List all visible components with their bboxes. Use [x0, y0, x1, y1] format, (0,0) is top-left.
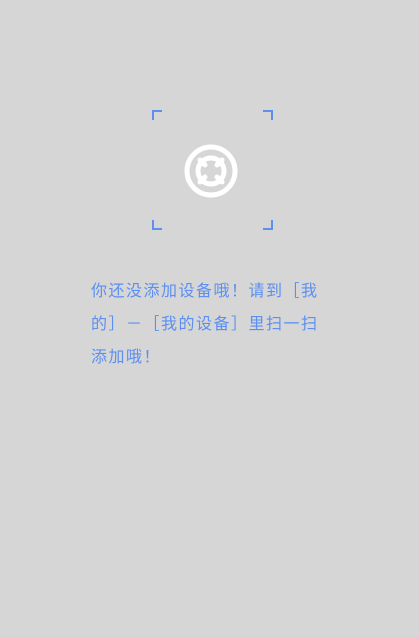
empty-state-screen: 你还没添加设备哦！请到［我的］－［我的设备］里扫一扫添加哦！	[0, 0, 419, 637]
lifebuoy-icon	[184, 144, 238, 198]
scan-frame-corner-top-left	[152, 110, 162, 120]
scan-frame-corner-top-right	[263, 110, 273, 120]
empty-state-message: 你还没添加设备哦！请到［我的］－［我的设备］里扫一扫添加哦！	[91, 281, 319, 366]
scan-frame-corner-bottom-right	[263, 220, 273, 230]
scan-frame-corner-bottom-left	[152, 220, 162, 230]
